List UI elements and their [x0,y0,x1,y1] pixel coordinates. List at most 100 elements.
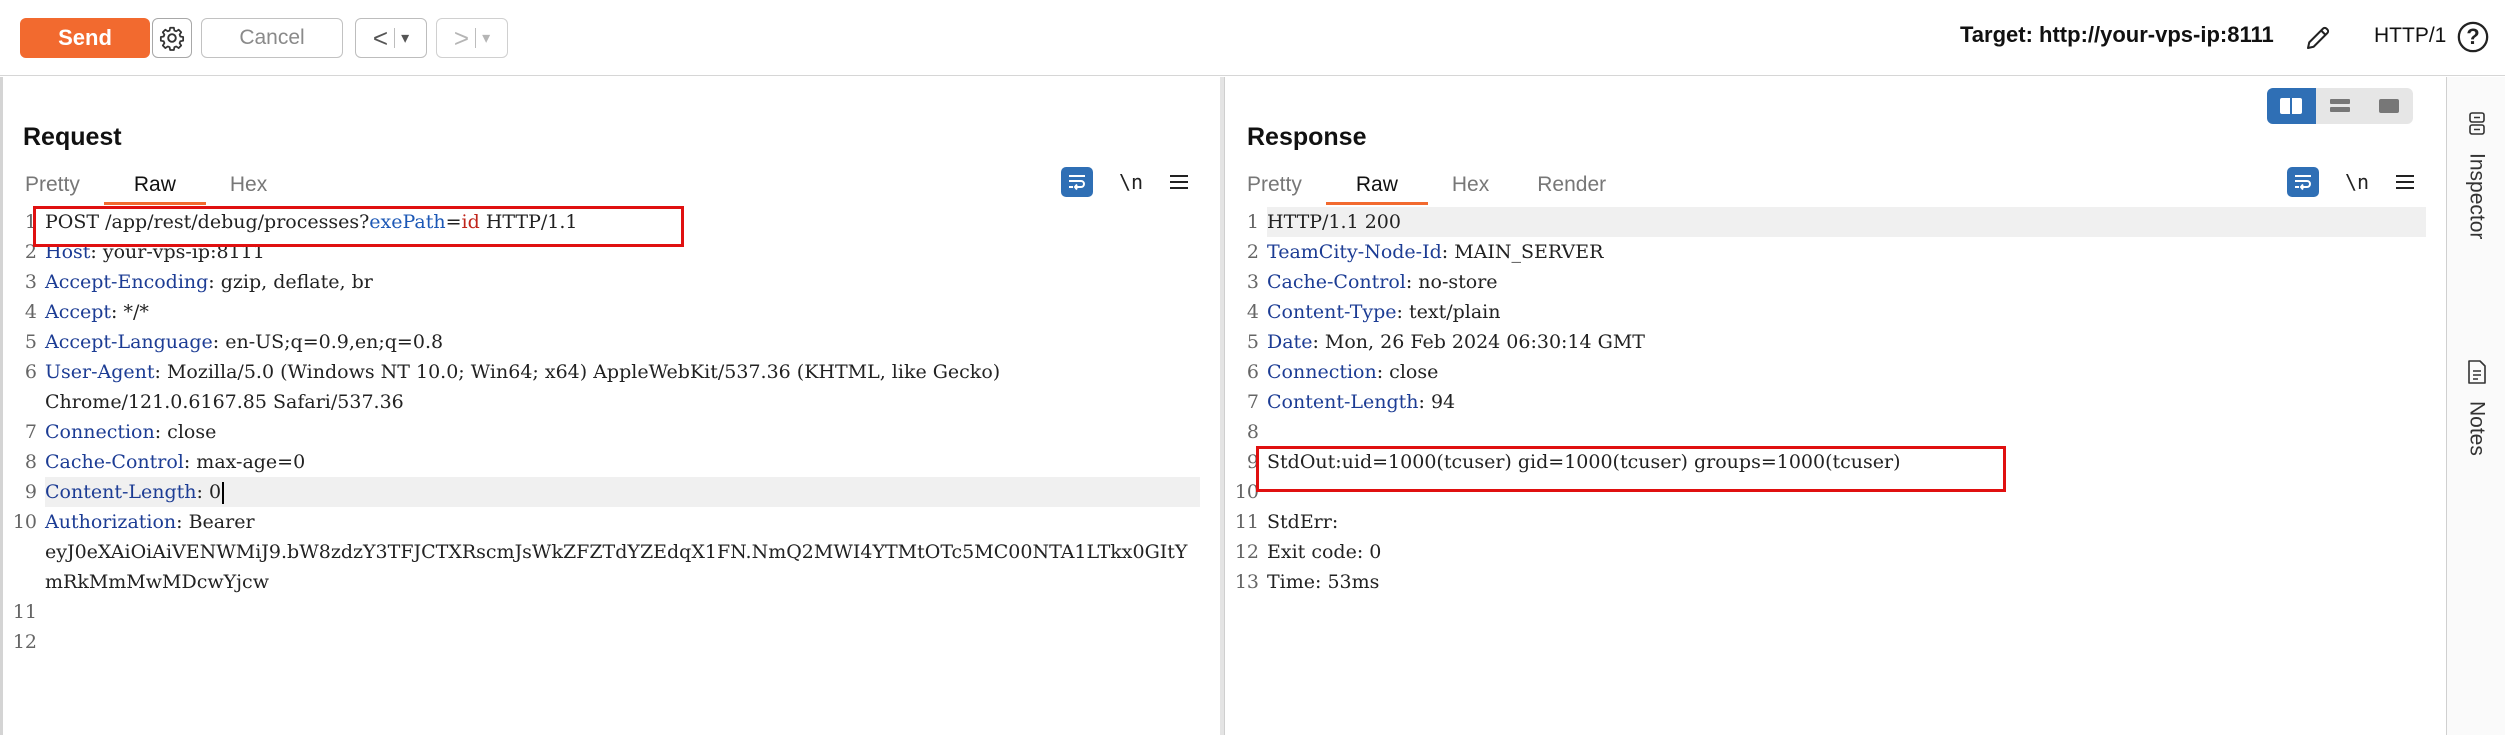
header-value: : close [154,421,217,443]
tab-pretty[interactable]: Pretty [1237,169,1326,205]
line-number: 6 [1246,361,1259,383]
edit-target-button[interactable] [2298,18,2338,58]
param-value: id [461,211,480,233]
rows-icon [2330,99,2350,112]
response-panel: Response Pretty Raw Hex Render \n 1 HTTP/… [1224,77,2446,735]
editor-line: 1 HTTP/1.1 200 [1225,207,2426,237]
line-number: 11 [12,601,37,623]
header-value: : Mon, 26 Feb 2024 06:30:14 GMT [1312,331,1645,353]
history-back-button[interactable]: < ▾ [355,18,427,58]
menu-icon[interactable] [1169,173,1189,191]
editor-line: 4 Accept: */* [3,297,1200,327]
body-text: HTTP/1.1 200 [1267,211,1401,233]
response-tabs: Pretty Raw Hex Render [1237,169,1630,205]
chevron-down-icon[interactable]: ▾ [482,28,490,48]
header-name: Host [45,241,91,263]
editor-line: 2 Host: your-vps-ip:8111 [3,237,1200,267]
tab-raw[interactable]: Raw [1325,169,1428,205]
notes-label: Notes [2465,401,2489,456]
code-line: Accept-Language: en-US;q=0.9,en;q=0.8 [45,327,1200,357]
tab-pretty[interactable]: Pretty [15,169,104,205]
header-value: : MAIN_SERVER [1441,241,1604,263]
inspector-tab[interactable]: Inspector [2447,111,2505,239]
editor-line: 7 Connection: close [3,417,1200,447]
editor-line: 7 Content-Length: 94 [1225,387,2426,417]
header-value: : gzip, deflate, br [208,271,373,293]
request-editor[interactable]: 1 POST /app/rest/debug/processes?exePath=… [3,207,1200,735]
menu-icon[interactable] [2395,173,2415,191]
chevron-down-icon[interactable]: ▾ [401,28,409,48]
line-number: 9 [1246,451,1259,473]
wrap-lines-icon [2295,175,2311,191]
history-forward-button[interactable]: > ▾ [436,18,508,58]
code-line: Time: 53ms [1267,567,2426,597]
header-value: : */* [111,301,149,323]
wrap-lines-toggle[interactable] [1061,167,1093,197]
header-name: Connection [45,421,155,443]
request-panel: Request Pretty Raw Hex \n 1 POST /app/res… [0,77,1220,735]
help-glyph: ? [2466,24,2480,49]
layout-side-by-side-button[interactable] [2267,88,2316,124]
line-number: 7 [24,421,37,443]
columns-icon [2280,98,2303,114]
tab-hex[interactable]: Hex [206,169,291,205]
header-value: : en-US;q=0.9,en;q=0.8 [212,331,444,353]
tab-hex[interactable]: Hex [1428,169,1513,205]
line-number: 2 [24,241,37,263]
line-number: 1 [1246,211,1259,233]
line-number: 1 [24,211,37,233]
header-name: Accept-Encoding [45,271,209,293]
header-value: : Bearer [176,511,255,533]
line-number: 10 [1234,481,1259,503]
code-line: Content-Length: 0 [45,477,1200,507]
line-number: 5 [24,331,37,353]
body-text: StdErr: [1267,511,1339,533]
show-newlines-toggle[interactable]: \n [1119,170,1143,194]
header-value: : max-age=0 [183,451,306,473]
single-pane-icon [2378,99,2399,113]
code-line: Content-Type: text/plain [1267,297,2426,327]
line-number: 12 [12,631,37,653]
header-name: Authorization [45,511,177,533]
response-editor-tools: \n [2287,167,2415,197]
wrapped-continuation: Chrome/121.0.6167.85 Safari/537.36 [45,391,404,413]
inspector-label: Inspector [2465,153,2489,240]
notes-tab[interactable]: Notes [2447,359,2505,456]
editor-line: 3 Cache-Control: no-store [1225,267,2426,297]
tab-render[interactable]: Render [1513,169,1630,205]
body-text: StdOut:uid=1000(tcuser) gid=1000(tcuser)… [1267,451,1901,473]
separator [475,28,477,48]
wrap-lines-toggle[interactable] [2287,167,2319,197]
cancel-button[interactable]: Cancel [201,18,343,58]
show-newlines-toggle[interactable]: \n [2345,170,2369,194]
send-button[interactable]: Send [20,18,150,58]
response-editor[interactable]: 1 HTTP/1.1 200 2 TeamCity-Node-Id: MAIN_SER… [1225,207,2426,735]
header-name: Accept-Language [45,331,213,353]
line-number: 8 [24,451,37,473]
http-version-selector[interactable]: HTTP/1 [2374,24,2446,48]
header-name: Cache-Control [1267,271,1406,293]
code-line: Host: your-vps-ip:8111 [45,237,1200,267]
code-line: Cache-Control: no-store [1267,267,2426,297]
editor-line: 9 Content-Length: 0 [3,477,1200,507]
editor-line: 4 Content-Type: text/plain [1225,297,2426,327]
code-line: Connection: close [1267,357,2426,387]
code-line: Authorization: Bearer eyJ0eXAiOiAiVENWMiJ… [45,507,1200,597]
settings-button[interactable] [152,18,192,58]
header-name: TeamCity-Node-Id [1267,241,1442,263]
code-line: Accept-Encoding: gzip, deflate, br [45,267,1200,297]
tab-raw[interactable]: Raw [103,169,206,205]
response-title: Response [1247,123,1367,151]
header-value: : no-store [1405,271,1498,293]
code-line: Date: Mon, 26 Feb 2024 06:30:14 GMT [1267,327,2426,357]
code-line: POST /app/rest/debug/processes?exePath=i… [45,207,1200,237]
editor-line: 12 [3,627,1200,657]
help-button[interactable]: ? [2454,18,2492,56]
layout-tabbed-button[interactable] [2364,88,2413,124]
header-name: Date [1267,331,1313,353]
header-name: Content-Length [45,481,197,503]
layout-stacked-button[interactable] [2316,88,2365,124]
target-label: Target: http://your-vps-ip:8111 [1960,22,2274,47]
